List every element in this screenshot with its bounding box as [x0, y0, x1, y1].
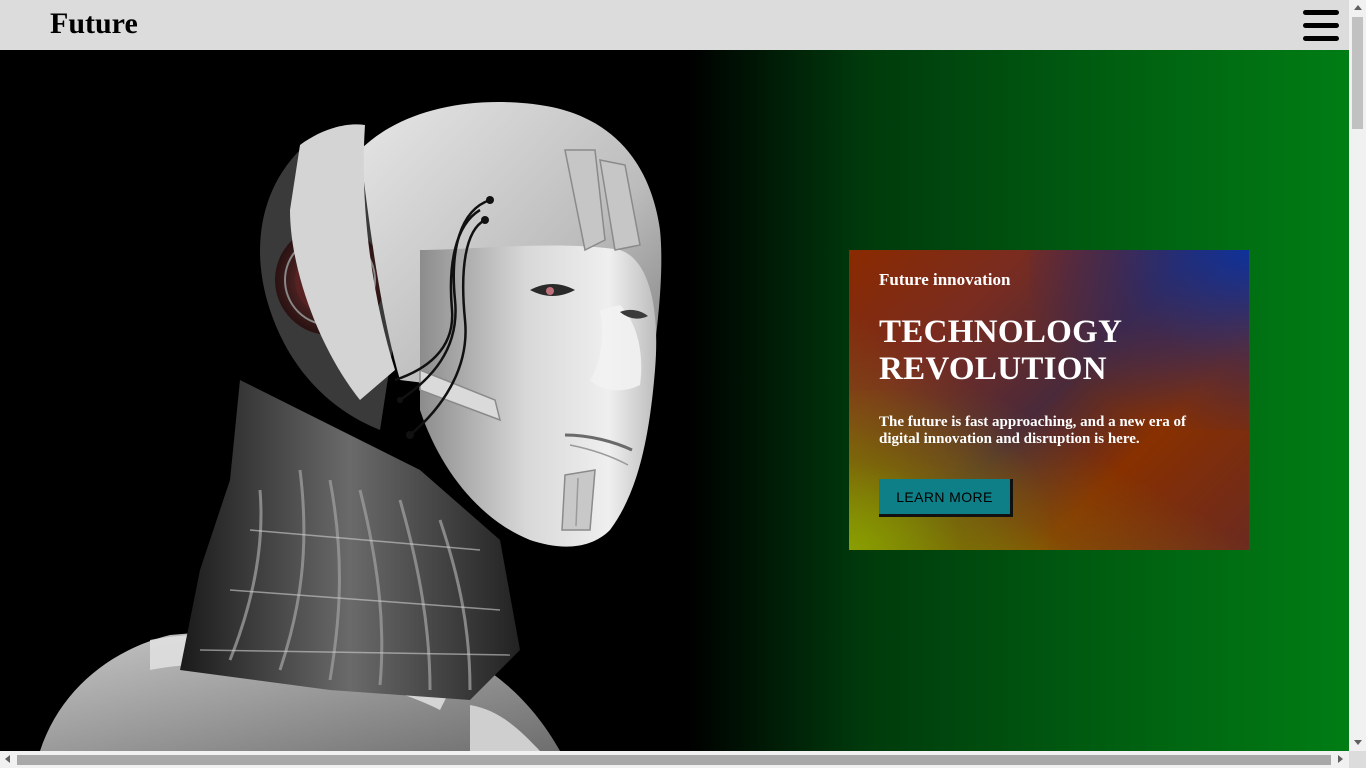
card-headline: TECHNOLOGY REVOLUTION	[879, 314, 1219, 388]
card-description: The future is fast approaching, and a ne…	[879, 414, 1186, 447]
card-content: Future innovation TECHNOLOGY REVOLUTION …	[879, 270, 1219, 448]
menu-bar-top	[1303, 10, 1339, 15]
card-eyebrow: Future innovation	[879, 270, 1011, 289]
menu-bar-bottom	[1303, 36, 1339, 41]
page-viewport: Future Future innovation TECHNOLOGY REVO…	[0, 0, 1349, 751]
hamburger-menu-icon[interactable]	[1303, 10, 1339, 42]
headline-line-2: REVOLUTION	[879, 351, 1107, 387]
learn-more-button[interactable]: LEARN MORE	[879, 479, 1013, 517]
scroll-up-arrow-icon[interactable]	[1354, 5, 1362, 10]
robot-head-illustration	[40, 102, 662, 751]
hero-promo-card: Future innovation TECHNOLOGY REVOLUTION …	[849, 250, 1249, 550]
hero-section: Future innovation TECHNOLOGY REVOLUTION …	[0, 50, 1349, 751]
horizontal-scrollbar[interactable]	[0, 751, 1349, 768]
brand-logo[interactable]: Future	[50, 4, 138, 44]
scrollbar-corner	[1349, 751, 1366, 768]
top-navbar: Future	[0, 0, 1349, 50]
vertical-scrollbar[interactable]	[1349, 0, 1366, 751]
menu-bar-middle	[1303, 23, 1339, 28]
horizontal-scroll-thumb[interactable]	[17, 755, 1331, 765]
scroll-left-arrow-icon[interactable]	[5, 755, 10, 763]
headline-line-1: TECHNOLOGY	[879, 314, 1123, 350]
scroll-down-arrow-icon[interactable]	[1354, 740, 1362, 745]
vertical-scroll-thumb[interactable]	[1352, 17, 1363, 129]
scroll-right-arrow-icon[interactable]	[1338, 755, 1343, 763]
